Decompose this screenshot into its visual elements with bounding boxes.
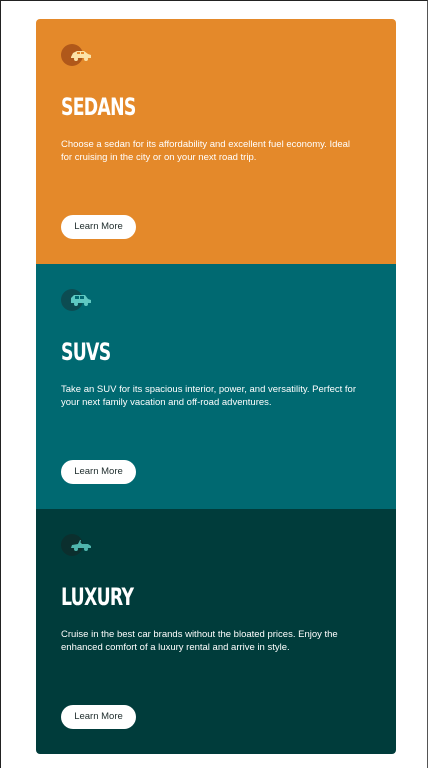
card-description: Choose a sedan for its affordability and… — [61, 139, 351, 163]
suvs-learn-more-button[interactable]: Learn More — [61, 460, 136, 484]
convertible-car-icon — [61, 534, 101, 556]
card-luxury: LUXURY Cruise in the best car brands wit… — [36, 509, 396, 754]
card-sedans: SEDANS Choose a sedan for its affordabil… — [36, 19, 396, 264]
card-title: LUXURY — [61, 583, 134, 611]
car-categories-panel: SEDANS Choose a sedan for its affordabil… — [36, 19, 396, 754]
sedan-car-icon — [61, 44, 101, 66]
card-title: SEDANS — [61, 93, 136, 121]
suv-icon — [61, 289, 101, 311]
card-title: SUVS — [61, 338, 111, 366]
sedans-learn-more-button[interactable]: Learn More — [61, 215, 136, 239]
page-frame: SEDANS Choose a sedan for its affordabil… — [0, 0, 428, 768]
card-description: Cruise in the best car brands without th… — [61, 629, 338, 653]
card-description: Take an SUV for its spacious interior, p… — [61, 384, 356, 408]
card-suvs: SUVS Take an SUV for its spacious interi… — [36, 264, 396, 509]
luxury-learn-more-button[interactable]: Learn More — [61, 705, 136, 729]
